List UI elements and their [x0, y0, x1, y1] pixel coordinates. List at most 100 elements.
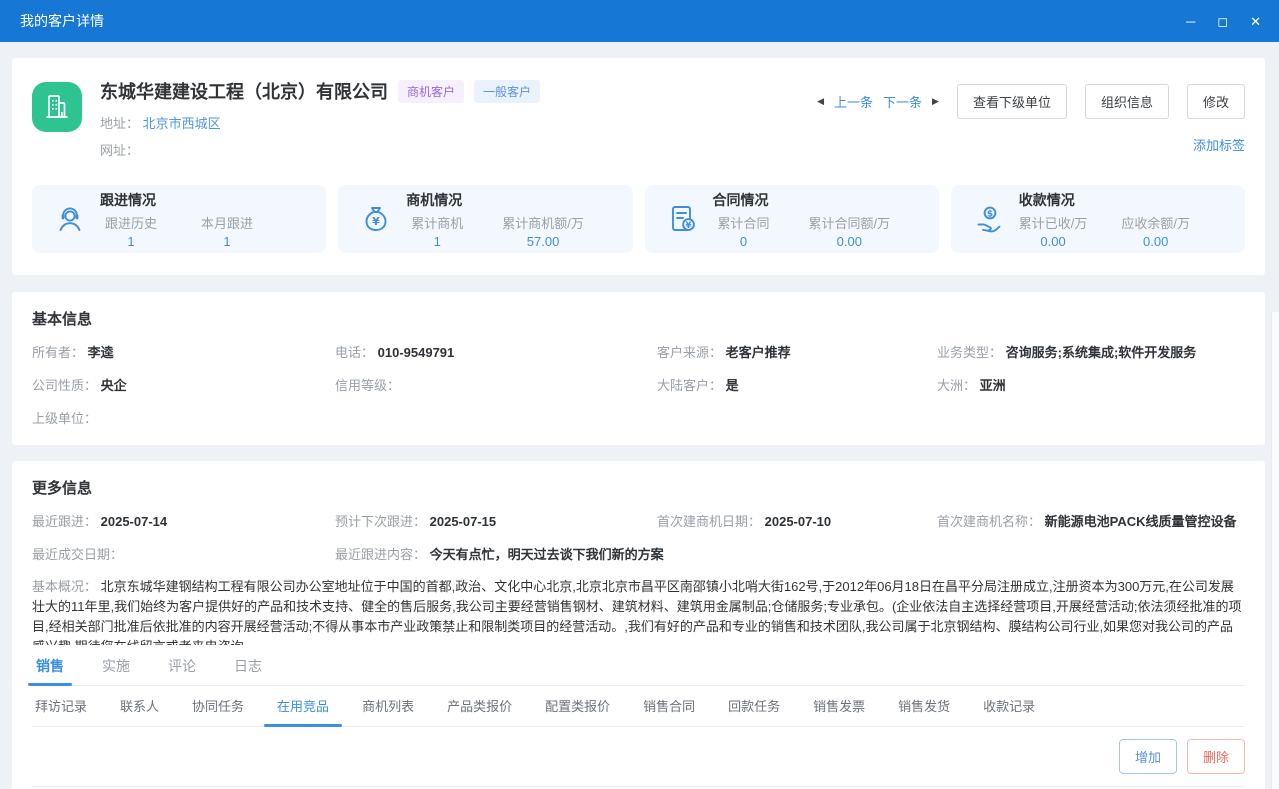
headset-person-icon: [54, 203, 86, 235]
customer-detail-page: 东城华建建设工程（北京）有限公司 商机客户 一般客户 地址： 北京市西城区 网址…: [0, 42, 1279, 789]
delete-button[interactable]: 删除: [1187, 739, 1245, 774]
profile-label: 基本概况：: [32, 579, 97, 594]
svg-text:$: $: [987, 210, 993, 220]
metric-value: 1: [196, 234, 258, 249]
stat-title: 合同情况: [713, 190, 929, 210]
stat-title: 商机情况: [406, 190, 622, 210]
contract-icon: ¥: [667, 203, 699, 235]
metric-label: 累计合同: [713, 213, 775, 232]
subtab-config-quotes[interactable]: 配置类报价: [544, 686, 611, 726]
hand-coin-icon: $: [973, 203, 1005, 235]
badge-general-customer: 一般客户: [474, 80, 540, 103]
subtab-payment-tasks[interactable]: 回款任务: [727, 686, 781, 726]
building-icon: [42, 92, 72, 122]
field-business-type: 业务类型： 咨询服务;系统集成;软件开发服务: [937, 342, 1245, 361]
subtab-sales-contracts[interactable]: 销售合同: [642, 686, 696, 726]
company-name: 东城华建建设工程（北京）有限公司: [100, 78, 388, 104]
company-profile: 基本概况： 北京东城华建钢结构工程有限公司办公室地址位于中国的首都,政治、文化中…: [32, 577, 1245, 645]
stat-card-followup: 跟进情况 跟进历史 1 本月跟进 1: [32, 185, 326, 253]
basic-info-section: 基本信息 所有者： 李逵 电话： 010-9549791 客户来源： 老客户推荐…: [12, 292, 1265, 445]
sales-subtabs: 拜访记录 联系人 协同任务 在用竞品 商机列表 产品类报价 配置类报价 销售合同…: [32, 686, 1245, 727]
tab-comments[interactable]: 评论: [166, 648, 198, 685]
subtab-opportunity-list[interactable]: 商机列表: [361, 686, 415, 726]
stat-card-contract: ¥ 合同情况 累计合同 0 累计合同额/万 0.00: [645, 185, 939, 253]
metric-label: 累计已收/万: [1019, 213, 1088, 232]
add-tag-link[interactable]: 添加标签: [1193, 135, 1245, 154]
table-toolbar: 增加 删除: [32, 727, 1245, 787]
field-last-followup: 最近跟进： 2025-07-14: [32, 511, 335, 530]
next-record-link[interactable]: 下一条: [883, 92, 922, 111]
field-credit-rating: 信用等级：: [335, 375, 657, 394]
stat-title: 跟进情况: [100, 190, 316, 210]
field-last-deal-date: 最近成交日期：: [32, 544, 335, 563]
subtab-sales-invoices[interactable]: 销售发票: [812, 686, 866, 726]
close-icon[interactable]: ✕: [1250, 15, 1261, 28]
window-title: 我的客户详情: [20, 11, 104, 31]
address-link[interactable]: 北京市西城区: [143, 116, 221, 131]
field-next-followup: 预计下次跟进： 2025-07-15: [335, 511, 657, 530]
metric-label: 本月跟进: [196, 213, 258, 232]
subtab-collaborative-tasks[interactable]: 协同任务: [191, 686, 245, 726]
prev-record-link[interactable]: 上一条: [834, 92, 873, 111]
metric-value: 0.00: [809, 234, 891, 249]
metric-value: 57.00: [502, 234, 584, 249]
subtab-sales-shipments[interactable]: 销售发货: [897, 686, 951, 726]
company-avatar: [32, 82, 82, 132]
view-sub-units-button[interactable]: 查看下级单位: [957, 84, 1067, 119]
field-first-opportunity-name: 首次建商机名称： 新能源电池PACK线质量管控设备: [937, 511, 1245, 530]
metric-value: 0.00: [1019, 234, 1088, 249]
subtab-payment-records[interactable]: 收款记录: [982, 686, 1036, 726]
field-customer-source: 客户来源： 老客户推荐: [657, 342, 937, 361]
metric-value: 0.00: [1121, 234, 1190, 249]
next-arrow-icon[interactable]: ▶: [932, 96, 939, 107]
svg-text:¥: ¥: [685, 221, 691, 231]
field-mainland-customer: 大陆客户： 是: [657, 375, 937, 394]
subtab-visit-records[interactable]: 拜访记录: [34, 686, 88, 726]
minimize-icon[interactable]: ─: [1186, 15, 1195, 28]
more-info-title: 更多信息: [32, 477, 1245, 498]
metric-value: 1: [100, 234, 162, 249]
stat-card-opportunity: ¥ 商机情况 累计商机 1 累计商机额/万 57.00: [338, 185, 632, 253]
money-bag-icon: ¥: [360, 203, 392, 235]
organization-info-button[interactable]: 组织信息: [1085, 84, 1169, 119]
website-label: 网址：: [100, 143, 139, 158]
field-last-followup-content: 最近跟进内容： 今天有点忙，明天过去谈下我们新的方案: [335, 544, 937, 563]
tab-implementation[interactable]: 实施: [100, 648, 132, 685]
field-first-opportunity-date: 首次建商机日期： 2025-07-10: [657, 511, 937, 530]
metric-label: 应收余额/万: [1121, 213, 1190, 232]
main-tabs: 销售 实施 评论 日志: [32, 648, 1245, 686]
stat-card-payment: $ 收款情况 累计已收/万 0.00 应收余额/万 0.00: [951, 185, 1245, 253]
metric-label: 累计商机: [406, 213, 468, 232]
field-continent: 大洲： 亚洲: [937, 375, 1245, 394]
tab-logs[interactable]: 日志: [232, 648, 264, 685]
metric-label: 累计合同额/万: [809, 213, 891, 232]
tab-sales[interactable]: 销售: [34, 648, 66, 685]
field-company-nature: 公司性质： 央企: [32, 375, 335, 394]
metric-label: 跟进历史: [100, 213, 162, 232]
field-phone: 电话： 010-9549791: [335, 342, 657, 361]
metric-value: 0: [713, 234, 775, 249]
more-info-section: 更多信息 最近跟进： 2025-07-14 预计下次跟进： 2025-07-15…: [12, 461, 1265, 789]
basic-info-title: 基本信息: [32, 308, 1245, 329]
badge-opportunity-customer: 商机客户: [398, 80, 464, 103]
stat-title: 收款情况: [1019, 190, 1235, 210]
window-titlebar: 我的客户详情 ─ ◻ ✕: [0, 0, 1279, 42]
svg-text:¥: ¥: [372, 215, 380, 228]
subtab-contacts[interactable]: 联系人: [119, 686, 160, 726]
prev-arrow-icon[interactable]: ◀: [817, 96, 824, 107]
customer-header-card: 东城华建建设工程（北京）有限公司 商机客户 一般客户 地址： 北京市西城区 网址…: [12, 58, 1265, 275]
metric-value: 1: [406, 234, 468, 249]
maximize-icon[interactable]: ◻: [1217, 15, 1228, 28]
profile-text: 北京东城华建钢结构工程有限公司办公室地址位于中国的首都,政治、文化中心北京,北京…: [32, 579, 1242, 645]
edit-button[interactable]: 修改: [1187, 84, 1245, 119]
subtab-competing-products[interactable]: 在用竞品: [276, 686, 330, 726]
window-controls: ─ ◻ ✕: [1186, 15, 1261, 28]
add-button[interactable]: 增加: [1119, 739, 1177, 774]
field-parent-unit: 上级单位：: [32, 408, 335, 427]
subtab-product-quotes[interactable]: 产品类报价: [446, 686, 513, 726]
metric-label: 累计商机额/万: [502, 213, 584, 232]
vertical-scrollbar[interactable]: [1271, 312, 1279, 789]
field-owner: 所有者： 李逵: [32, 342, 335, 361]
stat-cards-row: 跟进情况 跟进历史 1 本月跟进 1: [32, 185, 1245, 253]
address-label: 地址：: [100, 116, 139, 131]
